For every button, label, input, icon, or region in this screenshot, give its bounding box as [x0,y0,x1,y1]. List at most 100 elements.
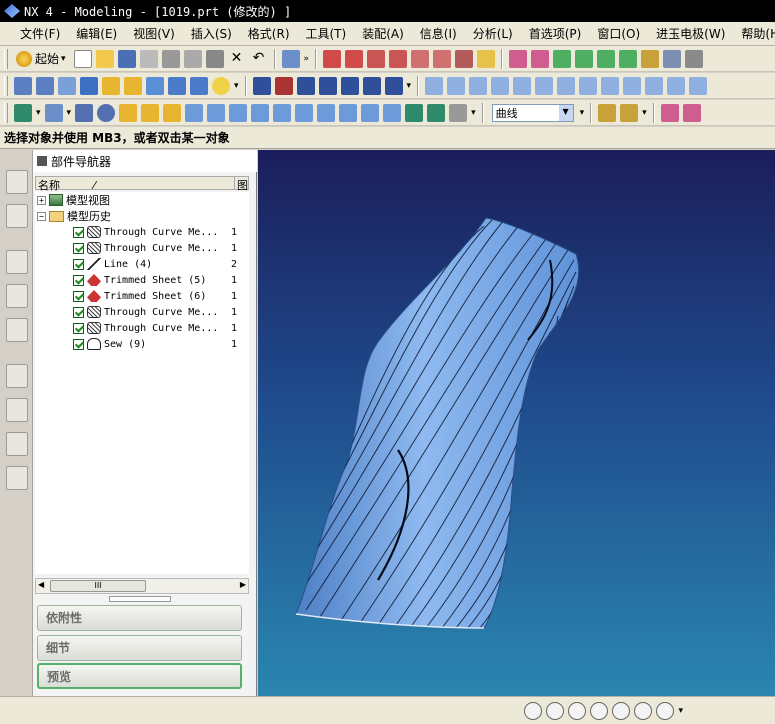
wcs-icon[interactable] [296,76,315,95]
history-icon[interactable] [6,364,28,388]
feature-pattern-icon[interactable] [689,76,708,95]
select-filter-icon[interactable] [405,103,424,122]
delete-icon[interactable]: ✕ [228,50,246,68]
surface-analysis-icon[interactable] [685,49,704,68]
graphics-window[interactable] [258,150,775,696]
wcs-display-icon[interactable] [384,76,403,95]
wcs-orient-icon[interactable] [362,76,381,95]
palette-icon[interactable] [6,250,28,274]
menu-tools[interactable]: 工具(T) [298,25,355,42]
select-face-icon[interactable] [75,103,94,122]
menu-file[interactable]: 文件(F) [12,25,68,42]
tree-node-feature[interactable]: Trimmed Sheet (5) [73,272,206,288]
panel-details[interactable]: 细节 [37,635,242,661]
curve-project-icon[interactable] [477,49,496,68]
view-dropdown-icon[interactable]: ▾ [234,81,239,91]
pan-icon[interactable] [80,76,98,95]
snap-arc-center-icon[interactable] [612,701,631,720]
menu-format[interactable]: 格式(R) [240,25,298,42]
surface-trim-icon[interactable] [531,49,550,68]
select-vertex-icon[interactable] [317,103,336,122]
print-icon[interactable] [139,49,158,68]
filter-dropdown-icon[interactable]: ▾ [580,108,585,118]
curve-arc-icon[interactable] [367,49,386,68]
toolbar-grip[interactable] [4,102,8,123]
curve-spline-icon[interactable] [389,49,408,68]
snap-existing-point-icon[interactable] [656,701,675,720]
select-body-dropdown-icon[interactable]: ▾ [67,108,72,118]
select-sheet-icon[interactable] [185,103,204,122]
feature-pocket-icon[interactable] [513,76,532,95]
select-feature-icon[interactable] [119,103,138,122]
menu-help[interactable]: 帮助(H) [733,25,775,42]
panel-splitter[interactable] [109,596,171,602]
select-component-icon[interactable] [251,103,270,122]
feature-slot-icon[interactable] [557,76,576,95]
tree-node-model-views[interactable]: + 模型视图 [37,192,110,208]
zoom-icon[interactable] [36,76,54,95]
curve-point-icon[interactable] [323,49,342,68]
menu-assemblies[interactable]: 装配(A) [354,25,412,42]
select-solid-icon[interactable] [207,103,226,122]
snap-intersection-icon[interactable] [590,701,609,720]
select-all-icon[interactable] [383,103,402,122]
wireframe-icon[interactable] [146,76,164,95]
wcs-rotate-icon[interactable] [340,76,359,95]
feature-blend-icon[interactable] [601,76,620,95]
tree-node-feature[interactable]: Through Curve Me... [73,304,218,320]
wcs-dropdown-icon[interactable]: ▾ [407,81,412,91]
select-curve-icon[interactable] [141,103,160,122]
toolbar-more-icon[interactable]: » [304,54,310,64]
visibility-checkbox[interactable] [73,306,84,318]
measure-angle-icon[interactable] [620,103,639,122]
tree-node-feature[interactable]: Sew (9) [73,336,146,352]
menu-edit[interactable]: 编辑(E) [68,25,125,42]
menu-analysis[interactable]: 分析(L) [465,25,521,42]
surface-edit-icon[interactable] [509,49,528,68]
select-chain-icon[interactable] [361,103,380,122]
select-body-icon[interactable] [44,103,63,122]
curve-line-icon[interactable] [345,49,364,68]
tree-node-feature[interactable]: Line (4) [73,256,152,272]
feature-chamfer-icon[interactable] [623,76,642,95]
select-point-icon[interactable] [295,103,314,122]
feature-draft-icon[interactable] [667,76,686,95]
sewn-surface-body[interactable] [295,217,580,629]
menu-information[interactable]: 信息(I) [412,25,465,42]
system-materials-icon[interactable] [6,398,28,422]
tree-node-feature[interactable]: Trimmed Sheet (6) [73,288,206,304]
undo-icon[interactable]: ↶ [250,50,268,68]
fit-view-icon[interactable] [14,76,32,95]
visibility-checkbox[interactable] [73,274,84,286]
visibility-checkbox[interactable] [73,242,84,254]
surface-ruled-icon[interactable] [597,49,616,68]
select-sketch-icon[interactable] [273,103,292,122]
feature-hole-icon[interactable] [469,76,488,95]
snap-settings-icon[interactable] [449,103,468,122]
scroll-right-icon[interactable]: ▶ [240,580,246,589]
snap-dropdown-icon[interactable]: ▾ [471,108,476,118]
tree-node-feature[interactable]: Through Curve Me... [73,240,218,256]
column-extra-header[interactable]: 图 [235,177,248,192]
pin-icon[interactable] [37,156,47,166]
edit-parameters-icon[interactable] [682,103,701,122]
light-icon[interactable] [212,76,230,95]
curve-chamfer-icon[interactable] [433,49,452,68]
visibility-checkbox[interactable] [73,258,84,270]
visibility-checkbox[interactable] [73,290,84,302]
feature-shell-icon[interactable] [645,76,664,95]
curve-offset-icon[interactable] [455,49,474,68]
feature-extrude-icon[interactable] [425,76,444,95]
training-icon[interactable] [6,284,28,308]
process-studio-icon[interactable] [6,432,28,456]
column-name-header[interactable]: 名称 ⁄ [36,177,235,192]
copy-icon[interactable] [183,49,202,68]
toolbar-grip[interactable] [4,48,8,69]
new-icon[interactable] [73,49,92,68]
snap-quadrant-icon[interactable] [634,701,653,720]
paste-icon[interactable] [205,49,224,68]
shaded-icon[interactable] [124,76,142,95]
tree-node-feature[interactable]: Through Curve Me... [73,224,218,240]
feature-boss-icon[interactable] [491,76,510,95]
visibility-checkbox[interactable] [73,226,84,238]
